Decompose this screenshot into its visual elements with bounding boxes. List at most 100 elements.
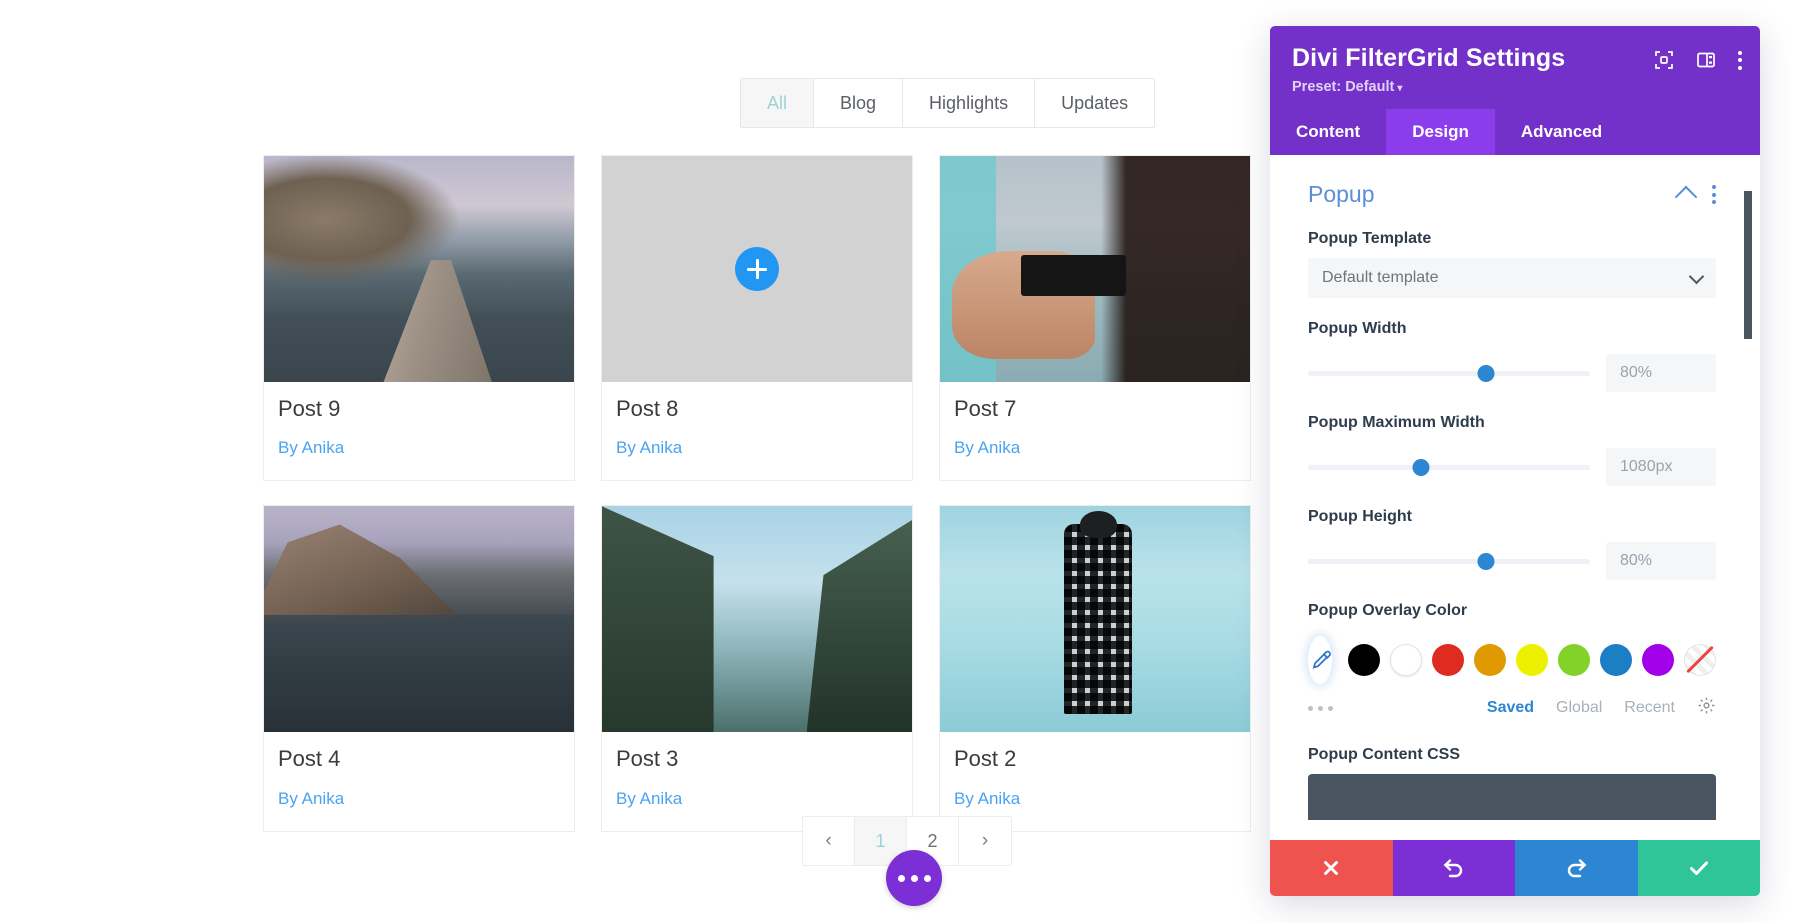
post-thumbnail[interactable] <box>940 156 1250 382</box>
popup-content-css-editor[interactable] <box>1308 774 1716 820</box>
post-title: Post 4 <box>278 746 341 772</box>
panel-scrollbar[interactable] <box>1744 191 1752 791</box>
plus-icon[interactable] <box>735 247 779 291</box>
save-button[interactable] <box>1637 840 1760 896</box>
popup-overlay-color-field: Popup Overlay Color Saved Global Recent <box>1308 602 1716 720</box>
dot-icon <box>1738 65 1742 70</box>
popup-content-css-label: Popup Content CSS <box>1308 746 1460 763</box>
post-card[interactable]: Post 4 By Anika <box>263 505 575 832</box>
swatch-purple[interactable] <box>1642 644 1674 676</box>
popup-max-width-label: Popup Maximum Width <box>1308 414 1485 431</box>
post-card[interactable]: Post 9 By Anika <box>263 155 575 482</box>
post-author[interactable]: By Anika <box>616 789 898 809</box>
popup-overlay-color-label: Popup Overlay Color <box>1308 602 1468 619</box>
popup-max-width-slider[interactable] <box>1308 457 1590 477</box>
post-author[interactable]: By Anika <box>954 789 1236 809</box>
dot-icon <box>1738 58 1742 62</box>
post-thumbnail[interactable] <box>602 506 912 733</box>
swatch-green[interactable] <box>1558 644 1590 676</box>
swatch-black[interactable] <box>1348 644 1380 676</box>
swatch-red[interactable] <box>1432 644 1464 676</box>
popup-width-field: Popup Width 80% <box>1308 320 1716 392</box>
color-meta-row: Saved Global Recent <box>1308 696 1716 720</box>
color-swatch-row <box>1308 636 1716 684</box>
dot-icon <box>923 874 931 882</box>
popup-template-label: Popup Template <box>1308 230 1432 247</box>
post-image <box>602 506 912 733</box>
swatch-yellow[interactable] <box>1516 644 1548 676</box>
section-title: Popup <box>1308 181 1375 207</box>
dot-icon <box>1712 185 1716 189</box>
pagination-next[interactable]: › <box>959 817 1011 865</box>
color-tab-recent[interactable]: Recent <box>1624 699 1675 717</box>
post-grid: Post 9 By Anika Post 8 By Anika Post 7 B… <box>263 155 1253 832</box>
scrollbar-thumb[interactable] <box>1744 191 1752 339</box>
eyedropper-icon[interactable] <box>1308 636 1332 684</box>
post-card[interactable]: Post 8 By Anika <box>601 155 913 482</box>
redo-button[interactable] <box>1515 840 1638 896</box>
dot-icon <box>1712 200 1716 204</box>
post-author[interactable]: By Anika <box>616 438 898 458</box>
more-horizontal-icon[interactable] <box>1308 705 1333 711</box>
color-tab-saved[interactable]: Saved <box>1487 699 1534 717</box>
popup-height-slider[interactable] <box>1308 551 1590 571</box>
post-card[interactable]: Post 2 By Anika <box>939 505 1251 832</box>
swatch-transparent[interactable] <box>1684 644 1716 676</box>
focus-target-icon[interactable] <box>1654 50 1674 70</box>
tab-design[interactable]: Design <box>1386 109 1495 155</box>
post-card[interactable]: Post 3 By Anika <box>601 505 913 832</box>
popup-section-header: Popup <box>1308 181 1716 209</box>
post-author[interactable]: By Anika <box>278 789 560 809</box>
post-card-body: Post 7 By Anika <box>940 382 1250 480</box>
slider-knob[interactable] <box>1412 459 1430 476</box>
settings-scroll-area: Popup Popup Template Default template Po… <box>1270 155 1760 840</box>
popup-height-label: Popup Height <box>1308 508 1412 525</box>
chevron-up-icon[interactable] <box>1674 185 1698 209</box>
gear-icon[interactable] <box>1697 696 1716 720</box>
swatch-blue[interactable] <box>1600 644 1632 676</box>
post-thumbnail[interactable] <box>602 156 912 382</box>
filter-tab-blog[interactable]: Blog <box>814 79 904 127</box>
slider-knob[interactable] <box>1477 365 1495 382</box>
tab-advanced[interactable]: Advanced <box>1495 109 1628 155</box>
popup-max-width-input[interactable]: 1080px <box>1606 448 1716 486</box>
popup-height-input[interactable]: 80% <box>1606 542 1716 580</box>
cancel-button[interactable] <box>1270 840 1393 896</box>
tab-content[interactable]: Content <box>1270 109 1386 155</box>
dot-icon <box>1318 705 1323 711</box>
color-tab-global[interactable]: Global <box>1556 699 1602 717</box>
filter-tab-updates[interactable]: Updates <box>1035 79 1155 127</box>
popup-template-select[interactable]: Default template <box>1308 258 1716 298</box>
popup-width-slider[interactable] <box>1308 363 1590 383</box>
color-source-tabs: Saved Global Recent <box>1487 696 1716 720</box>
post-thumbnail[interactable] <box>940 506 1250 733</box>
post-thumbnail[interactable] <box>264 506 574 733</box>
popup-width-input[interactable]: 80% <box>1606 354 1716 392</box>
page-preview: All Blog Highlights Updates Post 9 By An… <box>0 0 1270 923</box>
caret-down-icon: ▾ <box>1397 83 1403 94</box>
filter-tab-all[interactable]: All <box>741 79 815 127</box>
post-title: Post 7 <box>954 396 1017 421</box>
swatch-white[interactable] <box>1390 644 1422 676</box>
post-image <box>264 156 574 382</box>
undo-button[interactable] <box>1392 840 1515 896</box>
more-vertical-icon[interactable] <box>1712 185 1716 204</box>
post-card-body: Post 8 By Anika <box>602 382 912 480</box>
post-author[interactable]: By Anika <box>954 438 1236 458</box>
swatch-orange[interactable] <box>1474 644 1506 676</box>
filter-tab-highlights[interactable]: Highlights <box>903 79 1036 127</box>
slider-knob[interactable] <box>1477 553 1495 570</box>
post-author[interactable]: By Anika <box>278 438 560 458</box>
more-vertical-icon[interactable] <box>1738 50 1742 70</box>
more-options-fab[interactable] <box>886 850 942 906</box>
pagination-prev[interactable]: ‹ <box>803 817 855 865</box>
layout-panel-icon[interactable] <box>1696 50 1716 70</box>
post-thumbnail[interactable] <box>264 156 574 382</box>
preset-label: Preset: Default <box>1292 79 1395 95</box>
panel-header: Divi FilterGrid Settings Preset: Default… <box>1270 26 1760 109</box>
panel-header-icons <box>1654 50 1742 70</box>
preset-selector[interactable]: Preset: Default ▾ <box>1292 79 1738 95</box>
post-title: Post 3 <box>616 746 679 772</box>
dot-icon <box>1308 705 1313 711</box>
post-card[interactable]: Post 7 By Anika <box>939 155 1251 482</box>
